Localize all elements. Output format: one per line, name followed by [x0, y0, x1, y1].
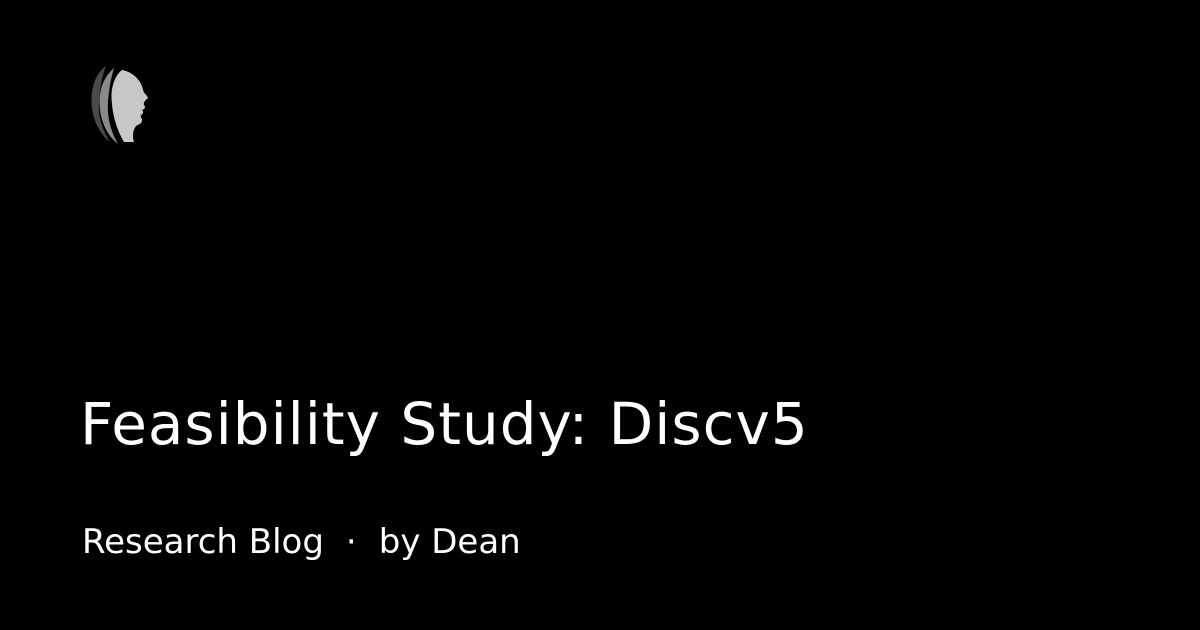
og-card: Feasibility Study: Discv5 Research Blog …	[0, 0, 1200, 630]
profile-silhouette-logo-icon	[88, 62, 150, 146]
meta-separator: ·	[345, 522, 357, 562]
section-name: Research Blog	[82, 522, 324, 562]
post-title: Feasibility Study: Discv5	[80, 390, 809, 458]
post-meta: Research Blog · by Dean	[82, 519, 521, 565]
author-byline: by Dean	[378, 522, 521, 562]
